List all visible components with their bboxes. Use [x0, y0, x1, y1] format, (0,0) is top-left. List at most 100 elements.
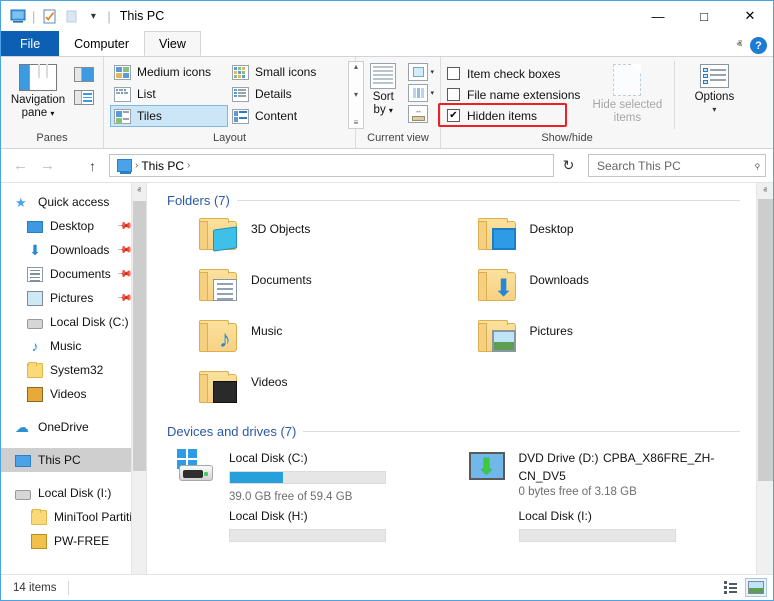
- column-sizing-button[interactable]: ▾: [408, 84, 434, 102]
- size-all-columns-button[interactable]: ↔: [408, 105, 434, 123]
- navigation-pane-button[interactable]: Navigation pane ▾: [7, 61, 69, 120]
- layout-small-icons-label: Small icons: [255, 65, 316, 79]
- minimize-button[interactable]: —: [635, 1, 681, 31]
- up-button[interactable]: ↑: [80, 154, 105, 178]
- hide-selected-items-button[interactable]: Hide selected items: [584, 61, 670, 125]
- sidebar-item-system32[interactable]: System32: [1, 358, 146, 382]
- tab-file[interactable]: File: [1, 31, 59, 56]
- breadcrumb-root-icon-wrap[interactable]: [114, 159, 135, 172]
- sidebar-item-local-disk-i[interactable]: Local Disk (I:): [1, 481, 146, 505]
- layout-medium-icons-label: Medium icons: [137, 65, 211, 79]
- content-scrollbar[interactable]: ⱏ ⱟ: [756, 183, 773, 574]
- item-check-boxes-row[interactable]: Item check boxes: [447, 63, 584, 84]
- back-button[interactable]: ←: [8, 154, 33, 178]
- sidebar-item-this-pc[interactable]: This PC: [1, 448, 146, 472]
- folder-tile-documents[interactable]: Documents: [199, 265, 478, 316]
- options-caret-icon[interactable]: ▾: [712, 103, 716, 116]
- pin-icon-pictures[interactable]: 📌: [115, 290, 132, 307]
- item-check-boxes-checkbox[interactable]: [447, 67, 460, 80]
- layout-list[interactable]: List: [110, 83, 228, 105]
- pin-icon-documents[interactable]: 📌: [115, 266, 132, 283]
- tab-view[interactable]: View: [144, 31, 201, 56]
- sidebar-item-minitool[interactable]: MiniTool Partitic: [1, 505, 146, 529]
- chevron-down-icon: ▾: [430, 68, 434, 76]
- folders-tile-grid: 3D Objects Desktop D: [147, 214, 756, 418]
- sidebar-item-videos[interactable]: Videos: [1, 382, 146, 406]
- drive-tile-local-disk-c[interactable]: Local Disk (C:) 39.0 GB free of 59.4 GB: [177, 445, 467, 503]
- hidden-items-row[interactable]: ✔ Hidden items: [447, 105, 584, 126]
- preview-pane-icon[interactable]: [74, 67, 94, 82]
- folder-downloads-icon: ⬇: [478, 269, 518, 302]
- drive-tile-local-disk-h[interactable]: Local Disk (H:): [177, 503, 467, 533]
- sidebar-item-music[interactable]: ♪ Music: [1, 334, 146, 358]
- options-button[interactable]: Options ▾: [683, 61, 745, 116]
- drive-tile-local-disk-i[interactable]: Local Disk (I:): [467, 503, 757, 533]
- folder-tile-3d-objects[interactable]: 3D Objects: [199, 214, 478, 265]
- pin-icon-desktop[interactable]: 📌: [115, 218, 132, 235]
- sidebar-label-music: Music: [50, 339, 81, 353]
- new-folder-icon[interactable]: [60, 5, 82, 27]
- close-button[interactable]: ✕: [727, 1, 773, 31]
- sidebar-item-quick-access[interactable]: ★ Quick access: [1, 190, 146, 214]
- details-pane-icon[interactable]: [74, 90, 94, 105]
- breadcrumb-bar[interactable]: › This PC › ⱟ: [109, 154, 554, 177]
- layout-content[interactable]: Content: [228, 105, 346, 127]
- sidebar-item-desktop[interactable]: Desktop 📌: [1, 214, 146, 238]
- hidden-items-checkbox[interactable]: ✔: [447, 109, 460, 122]
- folder-tile-desktop[interactable]: Desktop: [478, 214, 757, 265]
- forward-button[interactable]: →: [35, 154, 60, 178]
- content-scroll-thumb[interactable]: [758, 199, 773, 481]
- devices-group-header[interactable]: ⱟ Devices and drives (7): [147, 418, 756, 445]
- layout-small-icons[interactable]: Small icons: [228, 61, 346, 83]
- file-name-extensions-row[interactable]: File name extensions: [447, 84, 584, 105]
- folder-tile-videos[interactable]: Videos: [199, 367, 478, 418]
- breadcrumb-separator-2[interactable]: ›: [187, 160, 190, 171]
- pin-icon-downloads[interactable]: 📌: [115, 242, 132, 259]
- breadcrumb-this-pc[interactable]: This PC: [138, 159, 187, 173]
- content-scroll-up-icon[interactable]: ⱏ: [763, 183, 767, 199]
- refresh-button[interactable]: ↻: [556, 154, 581, 178]
- folder-desktop-icon: [478, 218, 518, 251]
- folders-group-header[interactable]: ⱟ Folders (7): [147, 183, 756, 214]
- sidebar-scroll-thumb[interactable]: [133, 201, 146, 471]
- ribbon-group-layout: Medium icons List: [104, 57, 356, 148]
- sort-by-button[interactable]: Sort by ▾: [362, 61, 404, 117]
- collapse-ribbon-icon[interactable]: ⱏ: [737, 39, 742, 52]
- large-icons-view-button[interactable]: [745, 578, 767, 597]
- layout-content-label: Content: [255, 109, 297, 123]
- sidebar-item-onedrive[interactable]: ☁ OneDrive: [1, 415, 146, 439]
- drive-free-c: 39.0 GB free of 59.4 GB: [229, 491, 352, 503]
- add-columns-button[interactable]: ▾: [408, 63, 434, 81]
- chevron-down-icon-2: ▾: [430, 89, 434, 97]
- folder-tile-music[interactable]: ♪ Music: [199, 316, 478, 367]
- drive-tile-dvd-d[interactable]: ⬇ DVD Drive (D:) CPBA_X86FRE_ZH-CN_DV5 0…: [467, 445, 757, 503]
- folder-music-icon: ♪: [199, 320, 239, 353]
- folder-tile-pictures[interactable]: Pictures: [478, 316, 757, 367]
- file-list-scroll-area: ⱟ Folders (7) 3D Objects: [147, 183, 756, 574]
- sidebar-scroll-up-icon[interactable]: ⱏ: [137, 183, 141, 199]
- layout-details[interactable]: Details: [228, 83, 346, 105]
- layout-tiles[interactable]: Tiles: [110, 105, 228, 127]
- details-view-button[interactable]: [719, 578, 741, 597]
- sidebar-item-documents[interactable]: Documents 📌: [1, 262, 146, 286]
- sidebar-item-pw-free[interactable]: PW-FREE: [1, 529, 146, 553]
- sidebar-item-local-disk-c[interactable]: Local Disk (C:): [1, 310, 146, 334]
- layout-tiles-label: Tiles: [137, 109, 162, 123]
- sidebar-scrollbar[interactable]: ⱏ ⱟ: [131, 183, 146, 574]
- folder-tile-downloads[interactable]: ⬇ Downloads: [478, 265, 757, 316]
- this-pc-icon[interactable]: [7, 5, 29, 27]
- sidebar-item-downloads[interactable]: ⬇ Downloads 📌: [1, 238, 146, 262]
- maximize-button[interactable]: □: [681, 1, 727, 31]
- search-box[interactable]: ⌕: [588, 154, 766, 177]
- sidebar-item-pictures[interactable]: Pictures 📌: [1, 286, 146, 310]
- help-icon[interactable]: ?: [750, 37, 767, 54]
- layout-medium-icons[interactable]: Medium icons: [110, 61, 228, 83]
- qat-dropdown-icon[interactable]: ▾: [82, 5, 104, 27]
- recent-locations-button[interactable]: ⱟ: [62, 154, 78, 178]
- quick-access-toolbar: | ▾ |: [7, 5, 114, 27]
- properties-icon[interactable]: [38, 5, 60, 27]
- folder-tile-empty: [478, 367, 757, 418]
- file-name-extensions-checkbox[interactable]: [447, 88, 460, 101]
- tab-computer[interactable]: Computer: [59, 31, 144, 56]
- search-input[interactable]: [595, 158, 754, 174]
